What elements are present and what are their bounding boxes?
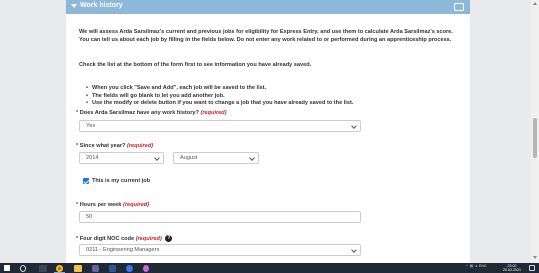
since-month-select[interactable]: August <box>173 152 259 164</box>
file-explorer-icon[interactable] <box>74 264 82 272</box>
noc-code-select[interactable]: 0211 - Engineering Managers <box>79 244 361 256</box>
chrome-icon[interactable] <box>56 264 63 272</box>
volume-icon[interactable]: ◂ <box>475 264 477 268</box>
list-item: When you click "Save and Add", each job … <box>86 85 466 93</box>
collapse-caret-icon[interactable] <box>71 4 77 8</box>
intro-text: We will assess Arda Sarsilmaz's current … <box>79 29 453 43</box>
chevron-down-icon <box>249 155 255 161</box>
required-text: (required) <box>135 235 162 242</box>
required-star: * <box>76 110 79 116</box>
required-star: * <box>76 202 79 208</box>
start-icon[interactable] <box>4 265 10 271</box>
since-year-select[interactable]: 2014 <box>79 152 164 164</box>
chevron-down-icon <box>351 123 357 129</box>
chevron-up-icon[interactable]: ^ <box>466 264 468 268</box>
label-text: Four digit NOC code <box>79 235 135 242</box>
label-text: Hours per week <box>79 202 122 208</box>
label-text: Does Arda Sarsilmaz have any work histor… <box>79 110 199 116</box>
required-text: (required) <box>127 143 154 149</box>
since-year-label: * Since what year? (required) <box>76 143 153 149</box>
windows-taskbar: ^ ▤ ◂ ENG 23:02 20.02.2021 <box>0 263 539 273</box>
required-star: * <box>76 143 79 149</box>
app-icon-2[interactable] <box>143 264 149 272</box>
chevron-down-icon <box>351 247 357 253</box>
clock-date: 20.02.2021 <box>503 268 521 272</box>
hours-per-week-input[interactable]: 50 <box>79 211 361 223</box>
browser-viewport: Work history We will assess Arda Sarsilm… <box>0 0 539 263</box>
current-job-checkbox-row[interactable]: This is my current job <box>83 178 150 184</box>
required-star: * <box>76 235 79 242</box>
section-header[interactable]: Work history <box>66 0 470 14</box>
teams-icon[interactable] <box>92 264 99 272</box>
search-icon[interactable] <box>20 264 26 272</box>
page-scrollbar[interactable] <box>531 0 539 263</box>
selected-value: 2014 <box>86 155 99 161</box>
word-icon[interactable] <box>109 264 116 272</box>
list-item: The fields will go blank to let you add … <box>86 93 466 101</box>
checkbox-label: This is my current job <box>92 178 151 184</box>
check-list-note: Check the list at the bottom of the form… <box>79 62 312 68</box>
selected-value: August <box>180 155 198 161</box>
notification-icon[interactable] <box>529 265 535 271</box>
hours-per-week-label: * Hours per week (required) <box>76 202 149 208</box>
selected-value: Yes <box>86 123 96 129</box>
current-job-checkbox[interactable] <box>83 178 89 184</box>
chevron-down-icon <box>154 155 160 161</box>
instructions-list: When you click "Save and Add", each job … <box>86 85 466 108</box>
work-history-select[interactable]: Yes <box>79 120 361 132</box>
scroll-thumb[interactable] <box>533 118 537 158</box>
app-icon[interactable] <box>126 264 133 272</box>
system-tray: ^ ▤ ◂ ENG <box>466 264 487 268</box>
language-indicator[interactable]: ENG <box>479 264 487 268</box>
taskbar-clock[interactable]: 23:02 20.02.2021 <box>499 264 525 273</box>
list-item: Use the modify or delete button if you w… <box>86 100 466 108</box>
toggle-icon[interactable] <box>454 3 464 11</box>
network-icon[interactable]: ▤ <box>470 264 473 268</box>
work-history-panel: Work history We will assess Arda Sarsilm… <box>66 0 470 263</box>
task-view-icon[interactable] <box>39 264 47 272</box>
section-title: Work history <box>80 2 123 9</box>
scroll-up-icon[interactable] <box>533 2 537 5</box>
noc-code-label: * Four digit NOC code (required) ? <box>76 235 173 242</box>
input-value: 50 <box>86 214 93 220</box>
scroll-down-icon[interactable] <box>533 256 537 259</box>
required-text: (required) <box>122 202 150 208</box>
work-history-label: * Does Arda Sarsilmaz have any work hist… <box>76 110 227 116</box>
required-text: (required) <box>200 110 227 116</box>
label-text: Since what year? <box>79 143 126 149</box>
help-icon[interactable]: ? <box>165 235 173 242</box>
selected-value: 0211 - Engineering Managers <box>86 247 160 253</box>
